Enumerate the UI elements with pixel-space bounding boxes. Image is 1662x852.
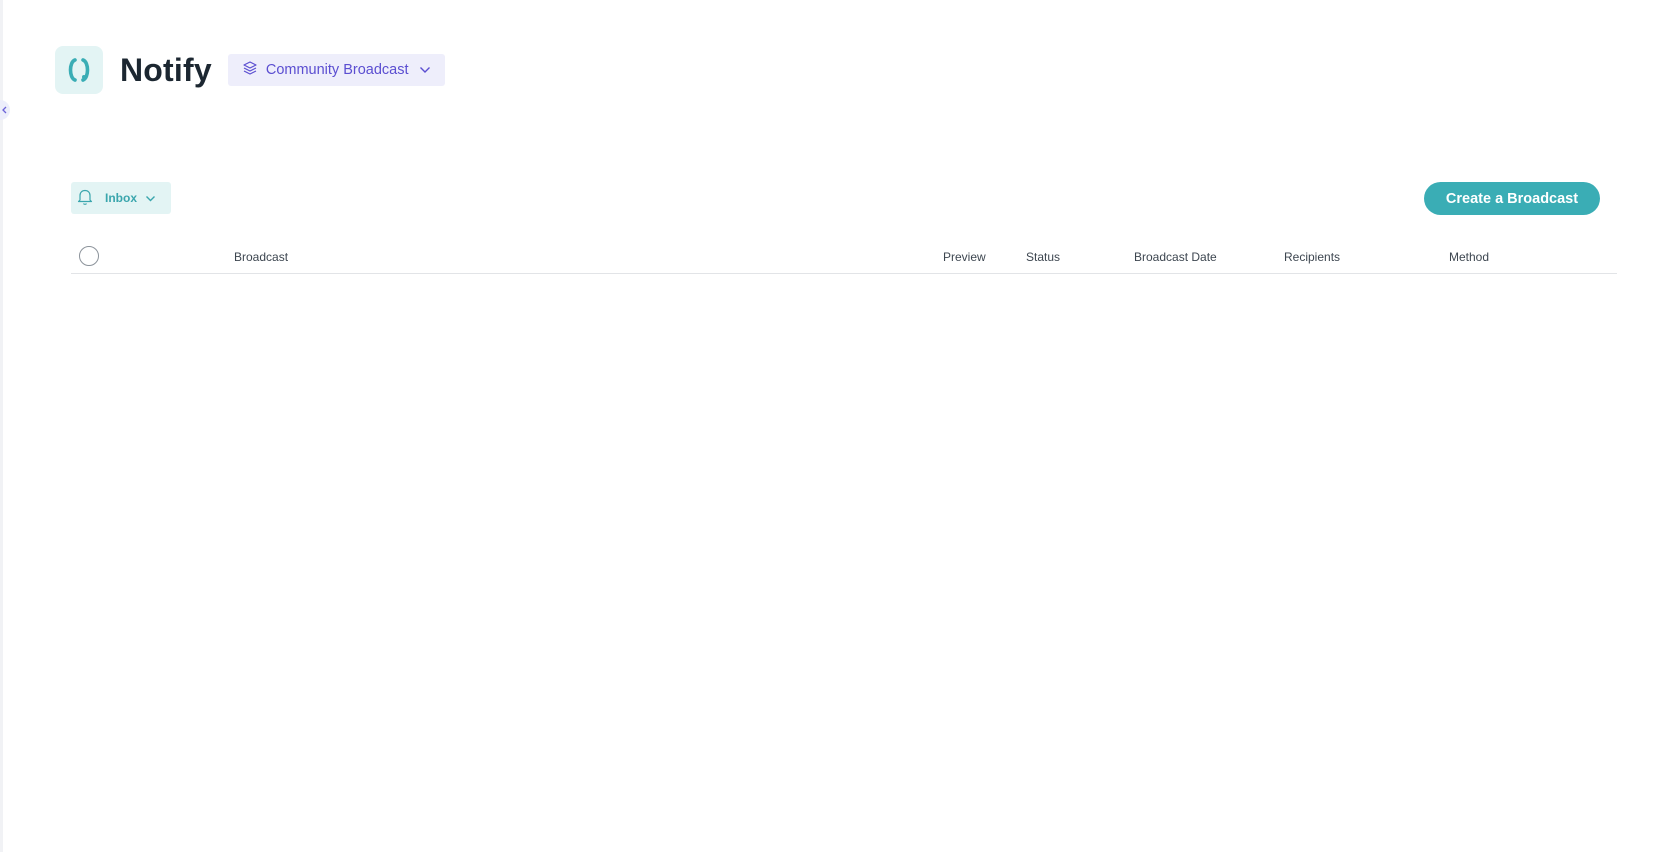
- select-all-checkbox[interactable]: [79, 246, 99, 266]
- sidebar-toggle[interactable]: [0, 100, 10, 120]
- column-header-recipients[interactable]: Recipients: [1284, 250, 1340, 264]
- chevron-down-icon: [145, 191, 156, 205]
- chevron-left-icon: [1, 106, 7, 114]
- column-header-broadcast[interactable]: Broadcast: [234, 250, 288, 264]
- column-header-broadcast-date[interactable]: Broadcast Date: [1134, 250, 1217, 264]
- column-header-method[interactable]: Method: [1449, 250, 1489, 264]
- folder-dropdown-label: Inbox: [105, 191, 137, 205]
- chevron-down-icon: [419, 62, 431, 78]
- broadcast-table-header: Broadcast Preview Status Broadcast Date …: [71, 244, 1617, 274]
- column-header-preview[interactable]: Preview: [943, 250, 986, 264]
- notify-logo-icon: [55, 46, 103, 94]
- create-broadcast-button[interactable]: Create a Broadcast: [1424, 182, 1600, 215]
- column-header-status[interactable]: Status: [1026, 250, 1060, 264]
- bell-icon: [77, 188, 93, 209]
- scope-dropdown[interactable]: Community Broadcast: [227, 54, 445, 86]
- folder-dropdown[interactable]: Inbox: [71, 182, 171, 214]
- page-header: Notify Community Broadcast: [55, 46, 445, 94]
- page-title: Notify: [120, 51, 212, 88]
- left-sidebar-collapsed: [0, 0, 3, 852]
- layers-icon: [242, 60, 258, 80]
- scope-dropdown-label: Community Broadcast: [265, 62, 409, 78]
